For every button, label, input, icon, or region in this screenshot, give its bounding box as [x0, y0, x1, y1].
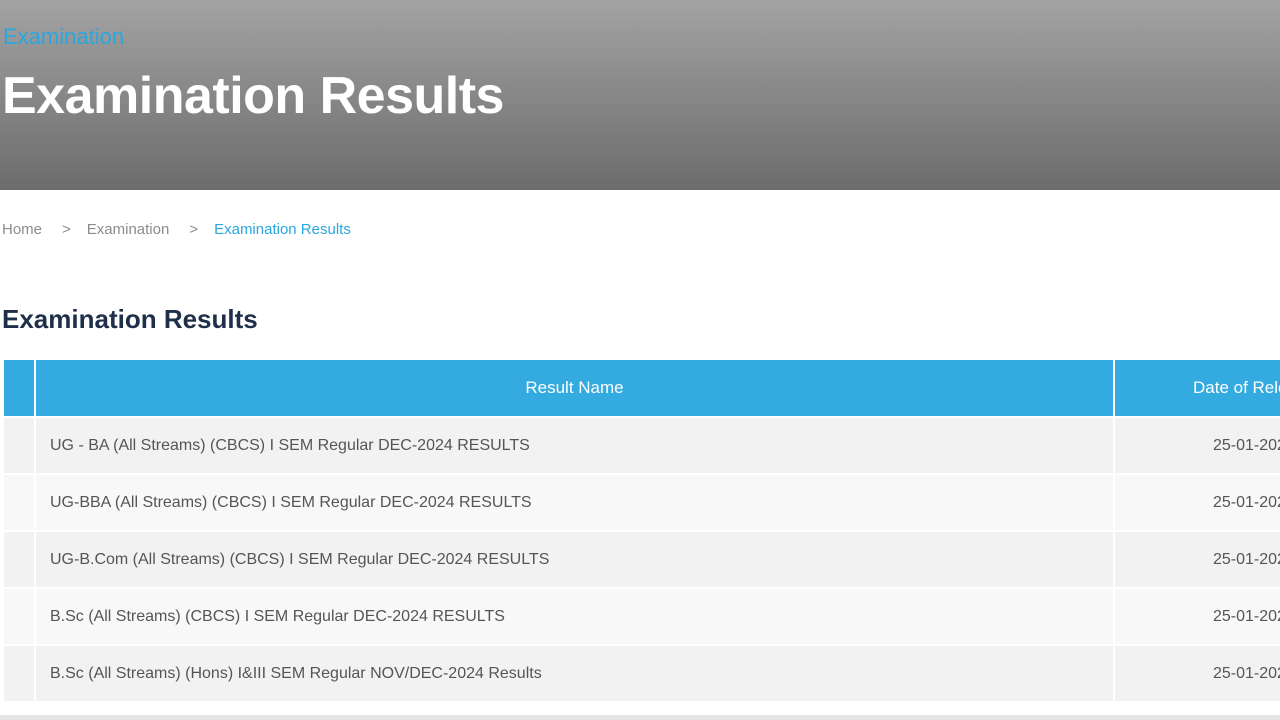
release-date-cell: 25-01-2025 [1113, 587, 1280, 645]
result-name-link[interactable]: B.Sc (All Streams) (CBCS) I SEM Regular … [34, 587, 1114, 645]
table-header-row: Result Name Date of Release [4, 360, 1280, 417]
result-name-link[interactable]: B.Sc (All Streams) (Hons) I&III SEM Regu… [34, 644, 1114, 701]
page-hero-banner: Examination Examination Results [0, 0, 1280, 190]
row-index-cell [4, 416, 35, 474]
release-date-cell: 25-01-2025 [1113, 473, 1280, 531]
breadcrumb-examination-link[interactable]: Examination [87, 221, 170, 238]
column-header-index [4, 360, 35, 417]
table-row: B.Sc (All Streams) (Hons) I&III SEM Regu… [4, 644, 1280, 701]
result-name-link[interactable]: UG - BA (All Streams) (CBCS) I SEM Regul… [34, 416, 1114, 474]
release-date-cell: 25-01-2025 [1113, 416, 1280, 474]
section-title: Examination Results [2, 304, 258, 334]
result-name-link[interactable]: UG-BBA (All Streams) (CBCS) I SEM Regula… [34, 473, 1114, 531]
breadcrumb: Home > Examination > Examination Results [2, 221, 351, 239]
row-index-cell [4, 644, 35, 701]
table-row: UG-B.Com (All Streams) (CBCS) I SEM Regu… [4, 530, 1280, 588]
table-row: UG - BA (All Streams) (CBCS) I SEM Regul… [4, 416, 1280, 474]
row-index-cell [4, 587, 35, 645]
hero-category-link[interactable]: Examination [3, 26, 124, 48]
release-date-cell: 25-01-2025 [1113, 644, 1280, 701]
table-row: UG-BBA (All Streams) (CBCS) I SEM Regula… [4, 473, 1280, 531]
column-header-result-name: Result Name [34, 360, 1114, 417]
breadcrumb-home-link[interactable]: Home [2, 221, 42, 238]
release-date-cell: 25-01-2025 [1113, 530, 1280, 588]
hero-page-title: Examination Results [2, 67, 504, 125]
table-row: B.Sc (All Streams) (CBCS) I SEM Regular … [4, 587, 1280, 645]
row-index-cell [4, 473, 35, 531]
breadcrumb-separator: > [189, 221, 199, 238]
column-header-date: Date of Release [1113, 360, 1280, 417]
breadcrumb-separator: > [62, 221, 71, 238]
row-index-cell [4, 530, 35, 588]
breadcrumb-current: Examination Results [214, 221, 351, 238]
result-name-link[interactable]: UG-B.Com (All Streams) (CBCS) I SEM Regu… [34, 530, 1114, 588]
next-row-edge [0, 715, 1280, 720]
results-table: Result Name Date of Release UG - BA (All… [4, 360, 1280, 701]
